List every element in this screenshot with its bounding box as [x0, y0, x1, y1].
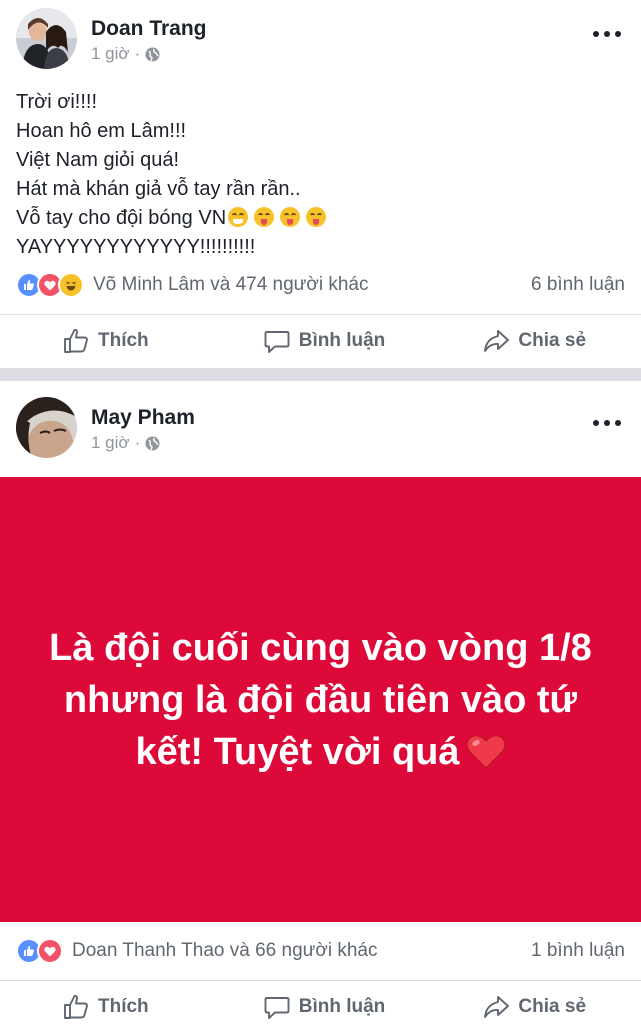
like-button[interactable]: Thích: [0, 321, 237, 361]
like-button[interactable]: Thích: [0, 987, 237, 1027]
post-text-line: Trời ơi!!!!: [16, 91, 98, 113]
reaction-icons: [16, 938, 63, 964]
post-text-line-with-emoji: Vỗ tay cho đội bóng VN: [16, 204, 327, 233]
dot-icon: [615, 420, 621, 426]
comment-label: Bình luận: [298, 330, 386, 351]
tongue-out-emoji-icon: [280, 207, 301, 227]
reaction-icons: [16, 272, 84, 298]
thumbs-up-icon: [64, 994, 88, 1019]
more-options-button[interactable]: [593, 29, 621, 39]
share-icon: [484, 330, 510, 352]
globe-icon: [145, 47, 160, 62]
colored-background-post[interactable]: Là đội cuối cùng vào vòng 1/8 nhưng là đ…: [0, 477, 641, 922]
comments-count[interactable]: 1 bình luận: [531, 940, 625, 962]
tongue-out-emoji-icon: [254, 207, 275, 227]
comment-icon: [264, 997, 290, 1019]
post-text: Trời ơi!!!! Hoan hô em Lâm!!! Việt Nam g…: [16, 88, 327, 262]
actions-divider: [0, 314, 641, 315]
post-text-line: Hoan hô em Lâm!!!: [16, 120, 187, 142]
post-meta: 1 giờ ·: [91, 44, 160, 64]
post-text-line: Hát mà khán giả vỗ tay rần rần..: [16, 178, 301, 200]
post-actions: Thích Bình luận Chia sẻ: [0, 987, 641, 1027]
post-text-line: Việt Nam giỏi quá!: [16, 149, 180, 171]
banner-text-wrap: Là đội cuối cùng vào vòng 1/8 nhưng là đ…: [41, 622, 601, 778]
meta-separator: ·: [134, 44, 141, 63]
author-avatar[interactable]: [16, 397, 77, 458]
dot-icon: [604, 420, 610, 426]
red-heart-emoji-icon: [466, 732, 506, 769]
reactions-text[interactable]: Doan Thanh Thao và 66 người khác: [72, 940, 531, 962]
dot-icon: [615, 31, 621, 37]
post-doan-trang: Doan Trang 1 giờ · Trời ơi!!!! Hoan hô e…: [0, 0, 641, 368]
share-button[interactable]: Chia sẻ: [411, 321, 641, 361]
dot-icon: [593, 31, 599, 37]
love-icon: [37, 938, 63, 964]
post-actions: Thích Bình luận Chia sẻ: [0, 321, 641, 361]
reactions-text[interactable]: Võ Minh Lâm và 474 người khác: [93, 274, 531, 296]
post-text-line: YAYYYYYYYYYYYY!!!!!!!!!!: [16, 236, 256, 258]
author-name[interactable]: May Pham: [91, 406, 195, 430]
more-options-button[interactable]: [593, 418, 621, 428]
like-label: Thích: [98, 330, 149, 351]
comment-button[interactable]: Bình luận: [237, 987, 412, 1027]
author-name[interactable]: Doan Trang: [91, 17, 207, 41]
comment-button[interactable]: Bình luận: [237, 321, 412, 361]
comments-count[interactable]: 6 bình luận: [531, 274, 625, 296]
actions-divider: [0, 980, 641, 981]
post-time[interactable]: 1 giờ: [91, 433, 130, 453]
dot-icon: [604, 31, 610, 37]
banner-text: Là đội cuối cùng vào vòng 1/8 nhưng là đ…: [49, 626, 592, 773]
reactions-summary[interactable]: Doan Thanh Thao và 66 người khác 1 bình …: [16, 937, 625, 965]
feed-divider: [0, 368, 641, 381]
tongue-out-emoji-icon: [306, 207, 327, 227]
author-avatar[interactable]: [16, 8, 77, 69]
comment-label: Bình luận: [298, 996, 386, 1017]
share-label: Chia sẻ: [518, 330, 587, 351]
globe-icon: [145, 436, 160, 451]
share-icon: [484, 996, 510, 1018]
meta-separator: ·: [134, 433, 141, 452]
comment-icon: [264, 331, 290, 353]
share-button[interactable]: Chia sẻ: [411, 987, 641, 1027]
thumbs-up-icon: [64, 328, 88, 353]
post-text-line: Vỗ tay cho đội bóng VN: [16, 207, 227, 229]
post-time[interactable]: 1 giờ: [91, 44, 130, 64]
dot-icon: [593, 420, 599, 426]
share-label: Chia sẻ: [518, 996, 587, 1017]
reactions-summary[interactable]: Võ Minh Lâm và 474 người khác 6 bình luậ…: [16, 271, 625, 299]
haha-icon: [58, 272, 84, 298]
post-meta: 1 giờ ·: [91, 433, 160, 453]
like-label: Thích: [98, 996, 149, 1017]
laughing-emoji-icon: [228, 207, 249, 227]
post-may-pham: May Pham 1 giờ · Là đội cuối cùng vào vò…: [0, 381, 641, 1024]
